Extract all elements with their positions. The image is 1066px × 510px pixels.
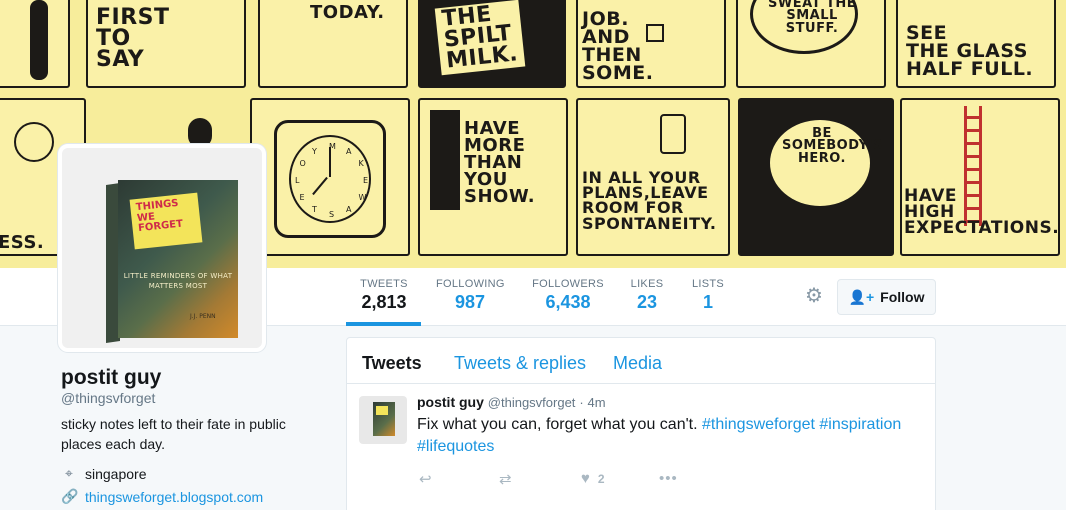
watch-letter: L (295, 176, 300, 185)
stat-value: 2,813 (361, 292, 407, 312)
timeline: Tweets Tweets & replies Media postit guy… (346, 337, 936, 510)
profile-location: ⌖ singapore (61, 465, 147, 482)
stat-followers[interactable]: FOLLOWERS 6,438 (532, 278, 604, 313)
more-icon[interactable]: ••• (659, 470, 678, 487)
stat-label: TWEETS (360, 278, 408, 290)
book-title: THINGS WE FORGET (135, 197, 184, 235)
watch-letter: K (358, 159, 364, 168)
tab-media[interactable]: Media (613, 353, 662, 374)
tab-tweets-replies[interactable]: Tweets & replies (454, 353, 586, 374)
banner-panel-text: HAVE MORE THAN YOU SHOW. (464, 118, 536, 208)
watch-letter: O (299, 159, 306, 168)
reply-icon[interactable]: ↩ (419, 470, 432, 488)
hashtag[interactable]: #thingsweforget (702, 416, 815, 433)
watch-letter: T (312, 205, 317, 215)
watch-letter: Y (312, 146, 317, 156)
hashtag[interactable]: #lifequotes (417, 438, 494, 455)
tweet-separator: · (579, 395, 584, 410)
tweet-timestamp[interactable]: 4m (588, 395, 606, 410)
banner-panel-text: HAVE HIGH EXPECTATIONS. (904, 186, 1060, 239)
watch-letter: W (358, 193, 367, 202)
watch-letter: S (329, 210, 335, 219)
sun-drawing (14, 122, 54, 162)
banner-panel: SEE THE GLASS HALF FULL. (896, 0, 1056, 88)
watch-drawing: MAKEWASTELOY (274, 120, 386, 238)
banner-panel: MAKEWASTELOY (250, 98, 410, 256)
profile-bio: sticky notes left to their fate in publi… (61, 416, 286, 452)
banner-panel: BE SOMEBODY'S HERO. (738, 98, 894, 256)
stat-label: FOLLOWING (436, 278, 505, 290)
banner-panel-text: BE SOMEBODY'S HERO. (782, 126, 883, 166)
banner-panel-text: TODAY. (310, 2, 385, 23)
stat-tweets[interactable]: TWEETS 2,813 (360, 278, 408, 313)
like-count: 2 (597, 471, 605, 486)
stat-label: LISTS (692, 278, 725, 290)
banner-panel: TODAY. (258, 0, 408, 88)
banner-panel: SWEAT THE SMALL STUFF. (736, 0, 886, 88)
stat-value: 987 (454, 292, 486, 312)
location-pin-icon: ⌖ (65, 465, 73, 481)
banner-panel-text: IN ALL YOUR PLANS,LEAVE ROOM FOR SPONTAN… (582, 168, 717, 233)
stat-value: 1 (702, 292, 713, 312)
banner-panel-text: SWEAT THE SMALL STUFF. (768, 0, 857, 36)
stat-following[interactable]: FOLLOWING 987 (436, 278, 504, 313)
stat-value: 6,438 (545, 292, 591, 312)
profile-avatar[interactable]: THINGS WE FORGET LITTLE REMINDERS OF WHA… (58, 144, 266, 352)
banner-panel: THE SPILT MILK. (418, 0, 566, 88)
banner-panel-text: FIRST TO SAY (96, 5, 170, 72)
hashtag[interactable]: #inspiration (819, 416, 901, 433)
watch-letter: A (346, 146, 352, 156)
tweet-text-plain: Fix what you can, forget what you can't. (417, 416, 702, 433)
tweet-avatar[interactable] (359, 396, 407, 444)
checkbox-drawing (646, 24, 664, 42)
banner-panel-text: ESS. (0, 232, 45, 253)
gear-icon[interactable]: ⚙ (805, 286, 825, 306)
website-link[interactable]: thingsweforget.blogspot.com (85, 489, 263, 505)
banner-panel: FIRST TO SAY (86, 0, 246, 88)
watch-hand (329, 147, 331, 177)
banner-panel: IN ALL YOUR PLANS,LEAVE ROOM FOR SPONTAN… (576, 98, 730, 256)
robot-drawing (660, 114, 686, 154)
book-author: J.J. PENN (190, 313, 216, 320)
stat-label: FOLLOWERS (532, 278, 604, 290)
tweet-text: Fix what you can, forget what you can't.… (417, 414, 927, 458)
retweet-icon[interactable]: ⇄ (499, 470, 512, 488)
location-text: singapore (85, 465, 147, 482)
active-stat-underline (346, 322, 421, 326)
tweet[interactable]: postit guy @thingsvforget · 4m Fix what … (347, 384, 935, 510)
stat-label: LIKES (630, 278, 664, 290)
book-subtitle: LITTLE REMINDERS OF WHAT MATTERS MOST (123, 272, 233, 290)
mini-sticky-note (376, 406, 388, 415)
timeline-tabs: Tweets Tweets & replies Media (347, 338, 935, 384)
card-drawing (430, 110, 460, 210)
stat-value: 23 (636, 292, 658, 312)
watch-letter: A (346, 205, 352, 215)
link-icon: 🔗 (61, 488, 79, 504)
banner-panel: JOB. AND THEN SOME. (576, 0, 726, 88)
banner-panel-text: THE SPILT MILK. (434, 0, 526, 75)
tweet-author-handle[interactable]: @thingsvforget (488, 395, 576, 410)
profile-website: 🔗 thingsweforget.blogspot.com (61, 488, 263, 505)
banner-panel-text: SEE THE GLASS HALF FULL. (906, 22, 1034, 81)
banner-panel: HAVE MORE THAN YOU SHOW. (418, 98, 568, 256)
tweet-header: postit guy @thingsvforget · 4m (417, 394, 606, 410)
tweet-author-name[interactable]: postit guy (417, 394, 484, 410)
watch-letter: E (299, 193, 305, 202)
follow-button[interactable]: 👤+ Follow (837, 279, 936, 315)
tab-tweets[interactable]: Tweets (362, 353, 422, 374)
profile-name[interactable]: postit guy (61, 366, 161, 390)
stat-lists[interactable]: LISTS 1 (692, 278, 724, 313)
banner-figure (30, 0, 48, 80)
watch-letter: E (363, 176, 369, 185)
like-button[interactable]: ♥ 2 (581, 470, 605, 487)
stat-likes[interactable]: LIKES 23 (630, 278, 664, 313)
banner-panel: HAVE HIGH EXPECTATIONS. (900, 98, 1060, 256)
add-user-icon: 👤+ (848, 288, 875, 305)
follow-button-label: Follow (880, 289, 925, 305)
tweet-actions: ↩ ⇄ ♥ 2 ••• (417, 470, 717, 490)
banner-panel-text: JOB. AND THEN SOME. (582, 8, 654, 85)
heart-icon: ♥ (581, 470, 590, 487)
profile-handle[interactable]: @thingsvforget (61, 390, 155, 406)
